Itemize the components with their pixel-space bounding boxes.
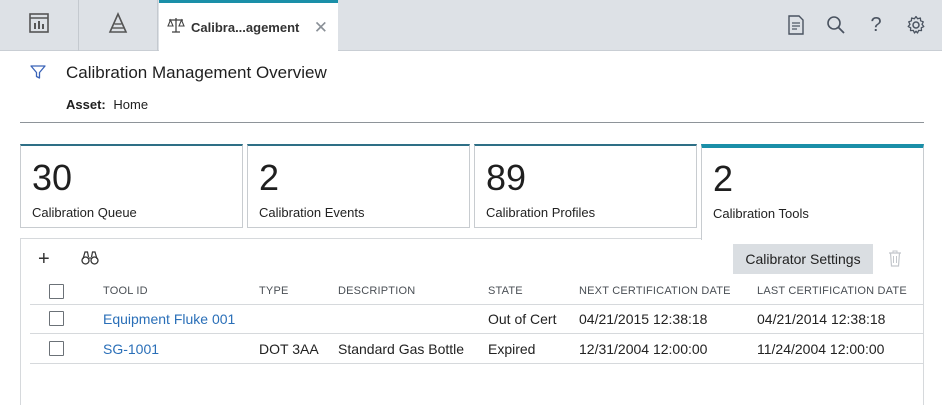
column-header-last-certification-date[interactable]: LAST CERTIFICATION DATE [757,285,907,297]
dashboard-icon [28,12,50,39]
cell-last-cert-date: 04/21/2014 12:38:18 [757,311,886,327]
column-header-description[interactable]: DESCRIPTION [338,285,415,297]
asset-line: Asset: Home [66,97,148,112]
asset-hierarchy-icon [106,12,130,39]
tile-label: Calibration Tools [713,206,809,221]
row-checkbox[interactable] [49,311,64,326]
calibrator-settings-button[interactable]: Calibrator Settings [733,244,873,274]
select-all-checkbox[interactable] [49,284,64,299]
asset-value: Home [113,97,149,112]
row-divider [30,363,924,364]
tab-label: Calibra...agement [191,20,300,35]
add-icon[interactable]: + [38,249,50,269]
tile-count: 2 [713,158,734,199]
header-row-divider [30,304,924,305]
page-title: Calibration Management Overview [66,63,327,82]
column-header-tool-id[interactable]: TOOL ID [103,285,148,297]
new-document-icon[interactable] [786,14,806,36]
tab-calibration-management[interactable]: Calibra...agement ✕ [159,0,338,52]
cell-state: Expired [488,341,536,357]
cell-last-cert-date: 11/24/2004 12:00:00 [757,341,885,357]
tile-count: 30 [32,157,73,198]
tool-id-link[interactable]: Equipment Fluke 001 [103,311,235,327]
header-divider [20,122,924,123]
cell-next-cert-date: 12/31/2004 12:00:00 [579,341,708,357]
dashboard-nav-tile[interactable] [0,0,79,51]
tile-label: Calibration Queue [32,205,137,220]
row-checkbox[interactable] [49,341,64,356]
tile-count: 89 [486,157,527,198]
cell-state: Out of Cert [488,311,557,327]
cell-type: DOT 3AA [259,341,319,357]
calibration-profiles-tile[interactable]: 89 Calibration Profiles [474,144,697,228]
asset-hierarchy-nav-tile[interactable] [79,0,158,51]
tile-label: Calibration Profiles [486,205,596,220]
trash-icon[interactable] [888,250,902,272]
tile-count: 2 [259,157,280,198]
column-header-type[interactable]: TYPE [259,285,289,297]
asset-label: Asset: [66,97,106,112]
top-bar: Calibra...agement ✕ ? [0,0,942,52]
calibration-queue-tile[interactable]: 30 Calibration Queue [20,144,243,228]
search-icon[interactable] [826,14,846,36]
row-divider [30,333,924,334]
scale-icon [167,17,185,38]
help-icon[interactable]: ? [866,14,886,36]
column-header-next-certification-date[interactable]: NEXT CERTIFICATION DATE [579,285,731,297]
close-icon[interactable]: ✕ [314,19,328,36]
filter-icon[interactable] [30,64,46,85]
column-header-state[interactable]: STATE [488,285,523,297]
binoculars-icon[interactable] [81,250,99,271]
cell-description: Standard Gas Bottle [338,341,465,357]
top-icon-group: ? [786,14,926,36]
calibration-tools-tile[interactable]: 2 Calibration Tools [701,144,924,240]
tile-label: Calibration Events [259,205,365,220]
cell-next-cert-date: 04/21/2015 12:38:18 [579,311,708,327]
gear-icon[interactable] [906,14,926,36]
calibration-events-tile[interactable]: 2 Calibration Events [247,144,470,228]
tool-id-link[interactable]: SG-1001 [103,341,159,357]
